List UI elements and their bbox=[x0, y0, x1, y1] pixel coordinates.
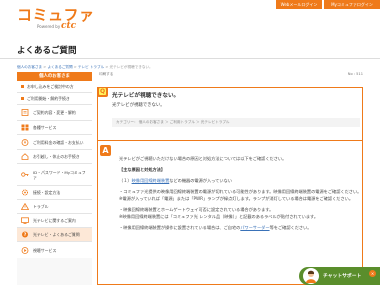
coin-icon: ¥ bbox=[21, 138, 29, 146]
cause-item-1-prefix: （１） bbox=[119, 178, 132, 183]
note-3-prefix: ・映像用回線終端装置が操作に設置されている場合は、ご自宅の bbox=[119, 225, 241, 230]
warning-icon bbox=[21, 203, 29, 210]
bullet-icon bbox=[21, 85, 24, 88]
bullet-icon bbox=[21, 97, 24, 100]
sidebar-item-label: ご契約内容・変更・解約 bbox=[33, 110, 76, 115]
note-3-suffix: 等をご確認ください。 bbox=[269, 225, 312, 230]
question-body: 光テレビが視聴できない。 bbox=[112, 103, 165, 108]
tv-icon bbox=[21, 217, 29, 224]
sidebar-item-label: 各種サービス bbox=[33, 125, 57, 130]
power-link[interactable]: パワーサーダー bbox=[240, 225, 269, 230]
breadcrumb-home[interactable]: 個人のお客さま bbox=[17, 65, 42, 69]
faq-toolbar: 印刷する No : 511 bbox=[97, 72, 363, 77]
answer-intro: 光テレビがご視聴いただけない場合の原因と対処方法については以下をご確認ください。 bbox=[119, 156, 287, 161]
note-2a: ・映像回線終端装置とホームゲートウェイ可否に設定されている場合があります。 bbox=[119, 207, 274, 212]
question-title: 光テレビが視聴できない。 bbox=[112, 93, 180, 99]
house-icon bbox=[21, 153, 29, 160]
sidebar-item-label: ID・パスワード・Myコミュファ bbox=[33, 169, 86, 180]
sidebar-item-label: ご利用料金の確認・お支払い bbox=[33, 139, 84, 145]
sidebar-item-label: 光テレビに関するご案内 bbox=[33, 218, 76, 223]
play-icon bbox=[21, 246, 29, 254]
sidebar-item-id-password[interactable]: ID・パスワード・Myコミュファ bbox=[17, 164, 92, 186]
breadcrumb: 個人のお客さま > よくあるご質問 > テレビ トラブル > 光テレビが視聴でき… bbox=[17, 65, 153, 70]
sidebar-header: 個人のお客さま bbox=[17, 72, 92, 81]
chat-support-label: チャットサポート bbox=[323, 274, 362, 279]
sidebar-item-trouble[interactable]: トラブル bbox=[17, 200, 92, 214]
gear-icon bbox=[22, 189, 28, 196]
main-content: 印刷する No : 511 Q 光テレビが視聴できない。 光テレビが視聴できない… bbox=[97, 72, 363, 285]
note-1a: ・コミュファ光提供の映像用回線終端装置の電源が切れている可能性があります。映像用… bbox=[119, 189, 362, 194]
question-mark-icon: Q bbox=[97, 87, 108, 97]
my-commufa-login-button[interactable]: Myコミュファログイン bbox=[324, 0, 380, 9]
page-title: よくあるご質問 bbox=[17, 46, 77, 56]
sidebar-item-services[interactable]: 各種サービス bbox=[17, 121, 92, 135]
cause-item-1: （１）映像用回線終端装置などの機器の電源が入っていない bbox=[119, 177, 355, 184]
commufa-logo[interactable]: コミュファ Powered by ctc bbox=[17, 6, 95, 31]
title-divider bbox=[0, 58, 380, 59]
logo-powered-by: Powered by bbox=[37, 24, 61, 29]
sidebar-item-start-cancel[interactable]: ご利用開始・解約手続き bbox=[17, 93, 92, 105]
answer-text: 光テレビがご視聴いただけない場合の原因と対処方法については以下をご確認ください。… bbox=[119, 155, 362, 231]
print-link[interactable]: 印刷する bbox=[99, 72, 113, 77]
question-category: カテゴリー： 個人のお客さま ＞ ご利用トラブル ＞ 光テレビトラブル bbox=[112, 118, 360, 127]
sidebar-item-moving[interactable]: お引越し・休止のお手続き bbox=[17, 150, 92, 164]
breadcrumb-faq[interactable]: よくあるご質問 bbox=[47, 65, 72, 69]
sidebar-item-contract[interactable]: ご契約内容・変更・解約 bbox=[17, 105, 92, 121]
logo-text: コミュファ bbox=[17, 6, 95, 24]
note-2b: ※映像用回線終端装置には「コミュファ光 レンタル品（映像）」と記載のあるラベルが… bbox=[119, 214, 319, 219]
sidebar-item-label: 視聴サービス bbox=[33, 247, 57, 253]
site-header: コミュファ Powered by ctc Webメールログイン Myコミュファロ… bbox=[0, 0, 380, 38]
cause-item-1-suffix: などの機器の電源が入っていない bbox=[169, 178, 232, 183]
question-mark-label: Q bbox=[99, 88, 106, 95]
breadcrumb-category[interactable]: テレビ トラブル bbox=[78, 65, 104, 69]
sidebar-item-consideration[interactable]: お申し込みをご検討中の方 bbox=[17, 81, 92, 93]
services-icon bbox=[21, 124, 29, 131]
answer-mark-icon: A bbox=[100, 145, 111, 156]
sidebar-item-label: お申し込みをご検討中の方 bbox=[27, 84, 74, 89]
chat-close-icon[interactable]: × bbox=[369, 270, 376, 277]
cause-heading: 【主な原因と対処方法】 bbox=[119, 167, 166, 172]
sidebar-item-viewing[interactable]: 視聴サービス bbox=[17, 242, 92, 258]
note-1b: ※電源が入っていれば「電源」または「PWR」ランプが緑点灯します。ランプが消灯し… bbox=[119, 196, 354, 201]
sidebar-item-tv-faq[interactable]: ? 光テレビ・よくあるご質問 bbox=[17, 228, 92, 242]
sidebar-item-label: お引越し・休止のお手続き bbox=[33, 154, 80, 159]
chat-support-button[interactable]: チャットサポート × bbox=[299, 267, 380, 285]
key-icon bbox=[21, 172, 29, 177]
note-3: ・映像用回線終端装置が操作に設置されている場合は、ご自宅のパワーサーダー等をご確… bbox=[119, 224, 355, 231]
breadcrumb-current: 光テレビが視聴できない。 bbox=[109, 65, 153, 69]
chat-avatar-icon bbox=[303, 268, 319, 284]
answer-panel: A 光テレビがご視聴いただけない場合の原因と対処方法については以下をご確認くださ… bbox=[97, 140, 363, 285]
document-icon bbox=[21, 109, 29, 116]
question-icon: ? bbox=[22, 231, 28, 238]
sidebar-item-label: ご利用開始・解約手続き bbox=[27, 96, 70, 101]
video-ont-link[interactable]: 映像用回線終端装置 bbox=[132, 178, 170, 183]
web-mail-login-button[interactable]: Webメールログイン bbox=[276, 0, 322, 9]
svg-text:?: ? bbox=[24, 232, 27, 238]
sidebar-item-label: トラブル bbox=[33, 204, 49, 209]
sidebar: 個人のお客さま お申し込みをご検討中の方 ご利用開始・解約手続き ご契約内容・変… bbox=[17, 72, 92, 285]
sidebar-item-tv-info[interactable]: 光テレビに関するご案内 bbox=[17, 214, 92, 228]
logo-ctc: ctc bbox=[61, 21, 77, 31]
svg-text:¥: ¥ bbox=[24, 140, 27, 145]
sidebar-item-label: 接続・設定方法 bbox=[33, 190, 61, 195]
faq-number: No : 511 bbox=[347, 72, 363, 76]
sidebar-item-billing[interactable]: ¥ ご利用料金の確認・お支払い bbox=[17, 135, 92, 150]
sidebar-item-label: 光テレビ・よくあるご質問 bbox=[33, 232, 80, 237]
sidebar-item-settings[interactable]: 接続・設定方法 bbox=[17, 186, 92, 200]
